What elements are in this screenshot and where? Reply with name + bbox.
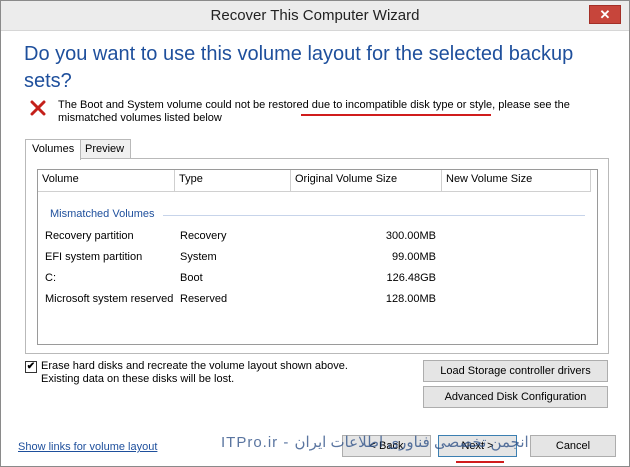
cell-original-size: 126.48GB: [386, 272, 436, 284]
group-label-mismatched: Mismatched Volumes: [50, 208, 155, 220]
erase-disks-checkbox[interactable]: ✔: [25, 361, 37, 373]
volume-table: Volume Type Original Volume Size New Vol…: [37, 169, 598, 345]
error-message-highlight: due to incompatible disk type or style: [311, 99, 493, 111]
cell-type: Recovery: [180, 230, 227, 242]
column-header-type[interactable]: Type: [175, 170, 291, 192]
cell-original-size: 128.00MB: [385, 293, 436, 305]
group-divider: [163, 215, 585, 216]
wizard-window: Recover This Computer Wizard ✕ Do you wa…: [0, 0, 630, 467]
table-row[interactable]: C: Boot 126.48GB: [38, 269, 591, 287]
cell-volume: C:: [45, 272, 56, 284]
column-header-original-size[interactable]: Original Volume Size: [291, 170, 442, 192]
advanced-disk-configuration-button[interactable]: Advanced Disk Configuration: [423, 386, 608, 408]
annotation-underline: [301, 114, 491, 116]
error-x-icon: [30, 100, 46, 116]
page-heading: Do you want to use this volume layout fo…: [24, 43, 574, 92]
volumes-tab-panel: Volume Type Original Volume Size New Vol…: [25, 158, 609, 354]
cancel-button[interactable]: Cancel: [530, 435, 616, 457]
cell-volume: Recovery partition: [45, 230, 134, 242]
cell-original-size: 99.00MB: [391, 251, 436, 263]
cell-volume: EFI system partition: [45, 251, 143, 263]
window-title: Recover This Computer Wizard: [210, 7, 420, 24]
error-message-part1: The Boot and System volume could not be …: [58, 99, 312, 111]
cell-type: Reserved: [180, 293, 228, 305]
tab-preview[interactable]: Preview: [78, 139, 132, 159]
erase-disks-label[interactable]: Erase hard disks and recreate the volume…: [41, 360, 401, 386]
watermark-text: ITPro.ir - انجمن تخصصی فناوری اطلاعات ای…: [221, 434, 529, 451]
column-header-volume[interactable]: Volume: [38, 170, 175, 192]
cell-type: System: [180, 251, 217, 263]
annotation-underline: [456, 461, 504, 463]
tab-volumes[interactable]: Volumes: [25, 139, 82, 160]
table-row[interactable]: EFI system partition System 99.00MB: [38, 248, 591, 266]
cell-volume: Microsoft system reserved: [45, 293, 174, 305]
table-row[interactable]: Recovery partition Recovery 300.00MB: [38, 227, 591, 245]
column-header-new-size[interactable]: New Volume Size: [442, 170, 591, 192]
load-storage-drivers-button[interactable]: Load Storage controller drivers: [423, 360, 608, 382]
erase-disks-label-line1: Erase hard disks and recreate the volume…: [41, 360, 348, 372]
show-volume-layout-link[interactable]: Show links for volume layout: [18, 441, 157, 453]
table-row[interactable]: Microsoft system reserved Reserved 128.0…: [38, 290, 591, 308]
close-button[interactable]: ✕: [589, 5, 621, 24]
cell-type: Boot: [180, 272, 203, 284]
title-bar[interactable]: Recover This Computer Wizard ✕: [1, 1, 629, 31]
cell-original-size: 300.00MB: [385, 230, 436, 242]
table-header: Volume Type Original Volume Size New Vol…: [38, 170, 591, 192]
erase-disks-label-line2: Existing data on these disks will be los…: [41, 373, 235, 385]
error-message: The Boot and System volume could not be …: [58, 99, 598, 125]
